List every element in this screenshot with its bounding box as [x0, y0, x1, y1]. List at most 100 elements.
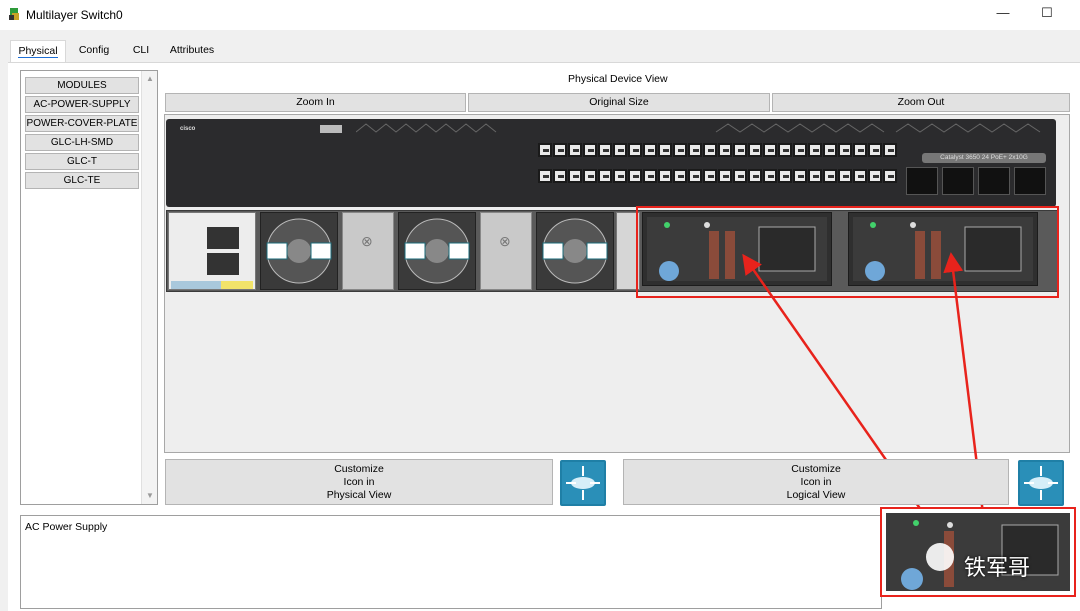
port-contacts [693, 175, 699, 178]
switch-front-panel: cisco Catalyst 3650 24 PoE+ 2x10G [166, 119, 1056, 207]
scroll-down-icon[interactable]: ▼ [142, 488, 158, 504]
tab-physical[interactable]: Physical [10, 40, 66, 62]
port-contacts [873, 175, 879, 178]
rj45-port [778, 143, 792, 157]
minimize-button[interactable]: — [990, 4, 1016, 24]
blank-plate-1[interactable]: ⊗ [342, 212, 394, 290]
tab-physical-label: Physical [18, 45, 58, 58]
module-glc-te[interactable]: GLC-TE [25, 172, 139, 189]
rj45-port [613, 169, 627, 183]
model-label: Catalyst 3650 24 PoE+ 2x10G [922, 153, 1046, 163]
modules-scrollbar[interactable]: ▲ ▼ [141, 71, 157, 504]
rj45-port [718, 169, 732, 183]
port-contacts [858, 149, 864, 152]
port-contacts [813, 149, 819, 152]
network-module-slot[interactable] [168, 212, 256, 290]
icon-in-label: Icon in [343, 476, 375, 488]
port-contacts [573, 149, 579, 152]
slot-indicator-blue [171, 281, 221, 289]
port-contacts [768, 149, 774, 152]
original-size-button[interactable]: Original Size [468, 93, 770, 112]
blank-plate-2[interactable]: ⊗ [480, 212, 532, 290]
fan-module-1[interactable] [260, 212, 338, 290]
port-contacts [588, 175, 594, 178]
port-contacts [678, 175, 684, 178]
rj45-port [823, 143, 837, 157]
spacer-plate [616, 212, 640, 290]
port-contacts [558, 175, 564, 178]
rj45-port [838, 169, 852, 183]
rj45-port [553, 169, 567, 183]
port-contacts [678, 149, 684, 152]
rj45-port [673, 143, 687, 157]
power-supply-2[interactable] [848, 212, 1038, 286]
port-contacts [618, 175, 624, 178]
tab-cli[interactable]: CLI [126, 40, 156, 62]
rj45-port [583, 169, 597, 183]
port-contacts [858, 175, 864, 178]
port-contacts [543, 175, 549, 178]
physical-view-label: Physical View [326, 489, 392, 501]
port-contacts [723, 175, 729, 178]
screw-icon: ⊗ [499, 233, 511, 249]
module-ac-power-supply[interactable]: AC-POWER-SUPPLY [25, 96, 139, 113]
tab-config[interactable]: Config [74, 40, 114, 62]
customize-logical-icon-button[interactable]: Customize Icon in Logical View [623, 459, 1009, 505]
fan-module-2[interactable] [398, 212, 476, 290]
mgmt-port [207, 227, 239, 249]
physical-device-view-title: Physical Device View [568, 73, 668, 85]
zoom-in-button[interactable]: Zoom In [165, 93, 466, 112]
maximize-button[interactable]: ☐ [1034, 4, 1060, 24]
rj45-port [628, 169, 642, 183]
sfp-port-4 [1014, 167, 1046, 195]
port-contacts [738, 175, 744, 178]
sfp-port-3 [978, 167, 1010, 195]
module-power-cover-plate[interactable]: POWER-COVER-PLATE [25, 115, 139, 132]
power-supply-1[interactable] [642, 212, 832, 286]
rj45-port [883, 143, 897, 157]
port-contacts [618, 149, 624, 152]
fan-module-3[interactable] [536, 212, 614, 290]
port-contacts [543, 149, 549, 152]
zoom-out-button[interactable]: Zoom Out [772, 93, 1070, 112]
rj45-port [823, 169, 837, 183]
rj45-port [598, 143, 612, 157]
app-icon [9, 8, 19, 20]
rj45-port [553, 143, 567, 157]
port-contacts [813, 175, 819, 178]
rj45-port [688, 143, 702, 157]
port-contacts [798, 149, 804, 152]
multilayer-switch-icon[interactable] [560, 460, 606, 506]
module-glc-t[interactable]: GLC-T [25, 153, 139, 170]
tab-attributes[interactable]: Attributes [164, 40, 220, 62]
port-contacts [708, 175, 714, 178]
customize-physical-icon-button[interactable]: Customize Icon in Physical View [165, 459, 553, 505]
port-contacts [693, 149, 699, 152]
port-contacts [723, 149, 729, 152]
port-contacts [753, 175, 759, 178]
multilayer-switch-icon[interactable] [1018, 460, 1064, 506]
rj45-port [748, 143, 762, 157]
port-contacts [828, 149, 834, 152]
module-glc-lh-smd[interactable]: GLC-LH-SMD [25, 134, 139, 151]
port-contacts [648, 175, 654, 178]
port-contacts [828, 175, 834, 178]
rj45-port [658, 169, 672, 183]
rj45-port [868, 143, 882, 157]
rj45-port [538, 143, 552, 157]
rj45-port [853, 169, 867, 183]
rj45-port [733, 169, 747, 183]
modules-list[interactable]: MODULES AC-POWER-SUPPLY POWER-COVER-PLAT… [20, 70, 158, 505]
port-contacts [663, 149, 669, 152]
rj45-port [658, 143, 672, 157]
rj45-port [643, 169, 657, 183]
port-contacts [783, 149, 789, 152]
port-contacts [873, 149, 879, 152]
rj45-port [568, 143, 582, 157]
scroll-up-icon[interactable]: ▲ [142, 71, 158, 87]
port-contacts [843, 175, 849, 178]
rj45-port [688, 169, 702, 183]
rj45-port [598, 169, 612, 183]
port-contacts [603, 149, 609, 152]
modules-header[interactable]: MODULES [25, 77, 139, 94]
